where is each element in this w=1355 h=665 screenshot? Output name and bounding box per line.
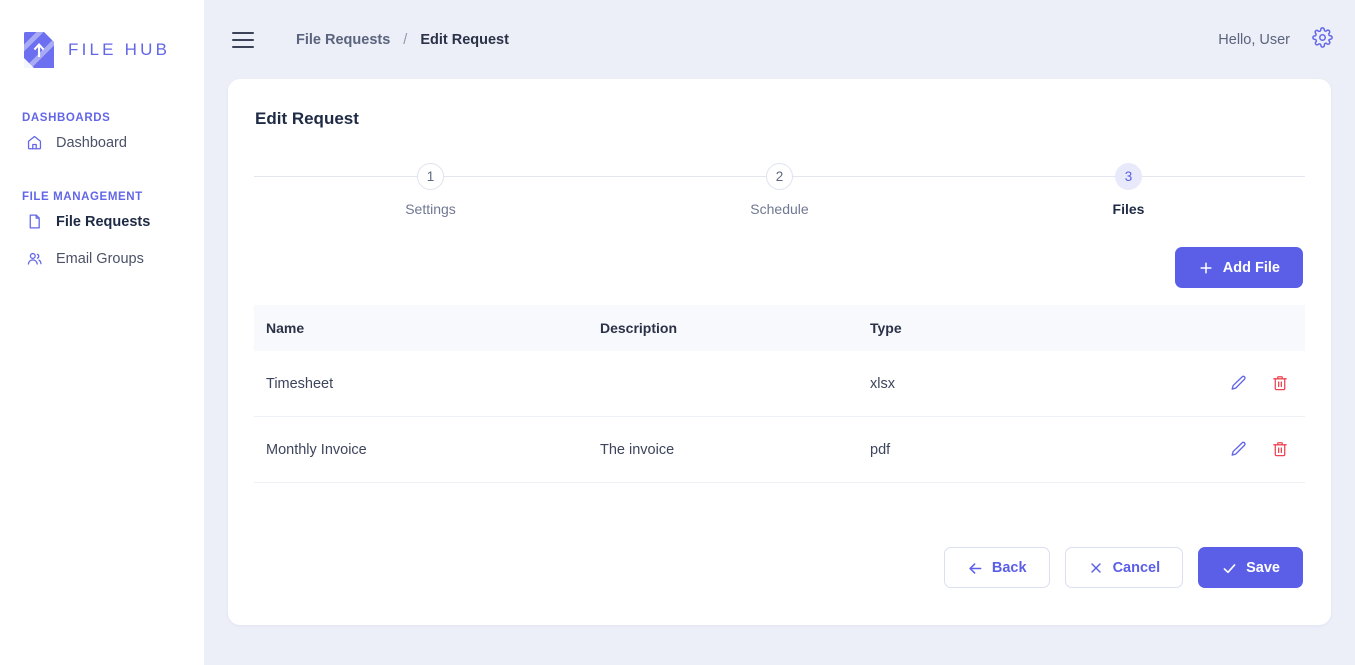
step-line-right — [779, 176, 954, 177]
topbar-right: Hello, User — [1218, 26, 1333, 53]
file-icon — [26, 213, 43, 230]
step-line-right — [430, 176, 605, 177]
column-header-type: Type — [870, 320, 902, 336]
step-number: 3 — [1115, 163, 1142, 190]
cell-name: Timesheet — [266, 375, 334, 392]
cancel-button[interactable]: Cancel — [1064, 547, 1184, 588]
page-title: Edit Request — [255, 109, 359, 128]
greeting-text: Hello, User — [1218, 31, 1290, 48]
step-schedule[interactable]: 2 Schedule — [605, 163, 954, 217]
step-label: Files — [1112, 201, 1145, 217]
app-root: FILE HUB DASHBOARDS Dashboard FILE MANAG… — [0, 0, 1355, 665]
back-label: Back — [991, 559, 1027, 576]
step-line-left — [605, 176, 780, 177]
gear-icon[interactable] — [1312, 26, 1333, 53]
step-label: Schedule — [750, 201, 809, 217]
pencil-icon[interactable] — [1229, 374, 1249, 394]
breadcrumb-separator: / — [403, 31, 408, 48]
users-icon — [26, 250, 43, 267]
breadcrumb-parent[interactable]: File Requests — [296, 32, 390, 48]
trash-icon[interactable] — [1271, 440, 1291, 460]
check-icon — [1221, 560, 1237, 576]
cancel-label: Cancel — [1112, 559, 1161, 576]
sidebar-item-label: Dashboard — [56, 134, 127, 151]
table-row: Monthly Invoice The invoice pdf — [254, 417, 1305, 483]
sidebar-item-file-requests[interactable]: File Requests — [0, 203, 204, 240]
edit-request-card: Edit Request 1 Settings 2 Schedule 3 Fil… — [228, 79, 1331, 625]
breadcrumb: File Requests / Edit Request — [296, 32, 509, 48]
file-upload-logo-icon — [22, 30, 56, 70]
column-header-name: Name — [266, 320, 305, 336]
main-area: File Requests / Edit Request Hello, User… — [204, 0, 1355, 665]
cell-type: pdf — [870, 441, 891, 458]
form-footer: Back Cancel Save — [254, 547, 1305, 588]
cell-description: The invoice — [600, 441, 675, 458]
files-table: Name Description Type Timesheet xlsx Mon… — [254, 305, 1305, 483]
pencil-icon[interactable] — [1229, 440, 1249, 460]
sidebar-section-file-management: FILE MANAGEMENT — [22, 191, 143, 203]
step-line-left — [954, 176, 1129, 177]
step-number: 1 — [417, 163, 444, 190]
brand[interactable]: FILE HUB — [0, 22, 204, 78]
step-settings[interactable]: 1 Settings — [254, 163, 605, 217]
topbar: File Requests / Edit Request Hello, User — [204, 0, 1355, 79]
cell-name: Monthly Invoice — [266, 441, 367, 458]
sidebar-item-label: File Requests — [56, 213, 151, 230]
table-row: Timesheet xlsx — [254, 351, 1305, 417]
sidebar-item-dashboard[interactable]: Dashboard — [0, 124, 204, 161]
table-header-row: Name Description Type — [254, 305, 1305, 351]
step-line-left — [254, 176, 431, 177]
brand-name: FILE HUB — [68, 40, 171, 59]
cell-actions — [1130, 440, 1305, 460]
sidebar-section-dashboards: DASHBOARDS — [22, 112, 111, 124]
step-files[interactable]: 3 Files — [954, 163, 1305, 217]
cell-actions — [1130, 374, 1305, 394]
arrow-left-icon — [967, 560, 983, 576]
step-line-right — [1128, 176, 1305, 177]
plus-icon — [1198, 260, 1214, 276]
step-label: Settings — [405, 201, 456, 217]
trash-icon[interactable] — [1271, 374, 1291, 394]
table-actions: Add File — [254, 247, 1305, 288]
save-label: Save — [1246, 559, 1280, 576]
cell-type: xlsx — [870, 375, 895, 392]
home-icon — [26, 134, 43, 151]
column-header-description: Description — [600, 320, 678, 336]
sidebar-item-email-groups[interactable]: Email Groups — [0, 240, 204, 277]
add-file-label: Add File — [1222, 259, 1280, 276]
hamburger-menu-icon[interactable] — [232, 31, 254, 48]
x-icon — [1088, 560, 1104, 576]
save-button[interactable]: Save — [1198, 547, 1303, 588]
content-area: Edit Request 1 Settings 2 Schedule 3 Fil… — [204, 79, 1355, 665]
stepper: 1 Settings 2 Schedule 3 Files — [254, 163, 1305, 217]
sidebar-item-label: Email Groups — [56, 250, 144, 267]
back-button[interactable]: Back — [943, 547, 1050, 588]
breadcrumb-current: Edit Request — [420, 31, 509, 48]
sidebar: FILE HUB DASHBOARDS Dashboard FILE MANAG… — [0, 0, 204, 665]
step-number: 2 — [766, 163, 793, 190]
add-file-button[interactable]: Add File — [1174, 247, 1303, 288]
